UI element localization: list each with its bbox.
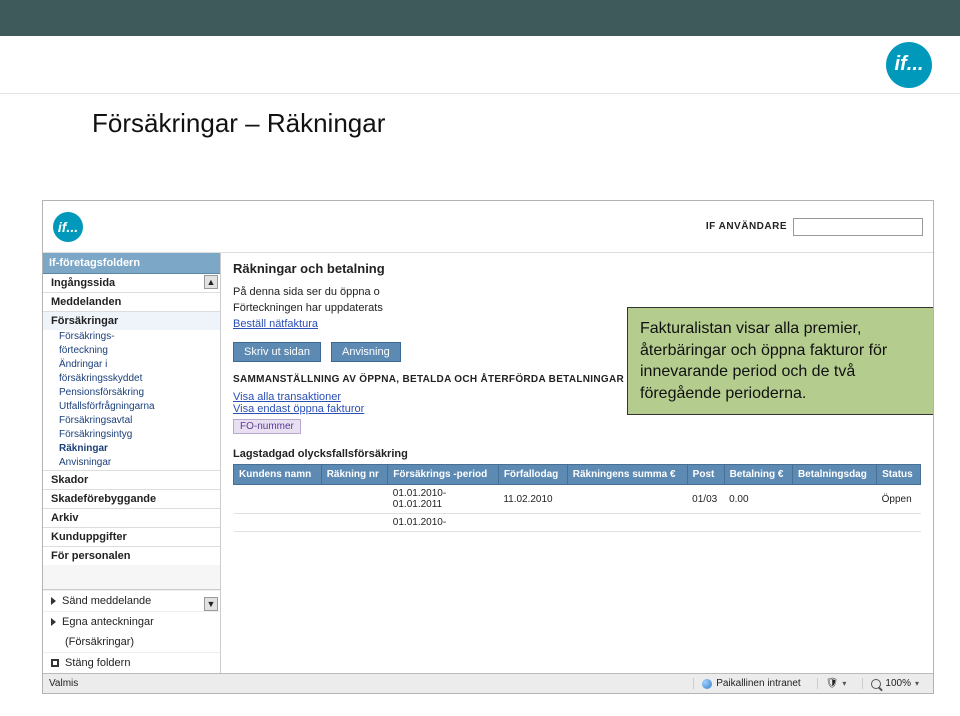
zoom-icon [871, 679, 881, 689]
col-betaldag[interactable]: Betalningsdag [792, 465, 876, 485]
col-post[interactable]: Post [687, 465, 724, 485]
nav-kunduppgifter[interactable]: Kunduppgifter [43, 527, 220, 546]
nav-skadeforebyggande[interactable]: Skadeförebyggande [43, 489, 220, 508]
logo-bar: if... [0, 36, 960, 94]
nav-arkiv[interactable]: Arkiv [43, 508, 220, 527]
nav-sub-item[interactable]: Försäkringsavtal [59, 414, 220, 428]
chevron-down-icon: ▾ [842, 679, 846, 688]
nav-meddelanden[interactable]: Meddelanden [43, 292, 220, 311]
table-row[interactable]: 01.01.2010- 01.01.2011 11.02.2010 01/03 … [234, 485, 921, 514]
fo-nummer-chip[interactable]: FO-nummer [233, 419, 301, 434]
group-heading: Lagstadgad olycksfallsförsäkring [233, 448, 921, 460]
if-logo: if... [886, 42, 932, 88]
table-row[interactable]: 01.01.2010- [234, 514, 921, 532]
cell-period: 01.01.2010- [388, 514, 499, 532]
app-header: if... IF ANVÄNDARE [43, 201, 933, 253]
cell-due: 11.02.2010 [498, 485, 567, 514]
nav-sub-item[interactable]: Försäkringsintyg [59, 428, 220, 442]
nav-forsakringar-children: Försäkrings- förteckning Ändringar i för… [43, 330, 220, 470]
status-protected[interactable]: 🛡 ▾ [817, 678, 855, 689]
help-button[interactable]: Anvisning [331, 342, 401, 362]
sidebar-header: If-företagsfoldern [43, 253, 220, 274]
arrow-icon [51, 618, 56, 626]
content-heading: Räkningar och betalning [233, 261, 921, 276]
status-zone: Paikallinen intranet [693, 678, 809, 689]
nav-for-personalen[interactable]: För personalen [43, 546, 220, 565]
nav-skador[interactable]: Skador [43, 470, 220, 489]
chevron-down-icon: ▾ [915, 679, 919, 688]
sidebar-actions: Sänd meddelande Egna anteckningar (Försä… [43, 589, 220, 673]
show-all-link[interactable]: Visa alla transaktioner [233, 391, 341, 403]
nav-sub-item[interactable]: Försäkrings- [59, 330, 220, 344]
globe-icon [702, 679, 712, 689]
col-forfall[interactable]: Förfallodag [498, 465, 567, 485]
order-einvoice-link[interactable]: Beställ nätfaktura [233, 318, 318, 330]
col-rakning[interactable]: Räkning nr [321, 465, 388, 485]
status-ready: Valmis [49, 678, 78, 689]
nav-sub-item[interactable]: Anvisningar [59, 456, 220, 470]
col-status[interactable]: Status [877, 465, 921, 485]
col-kund[interactable]: Kundens namn [234, 465, 322, 485]
action-close-folder[interactable]: Stäng foldern [43, 652, 220, 673]
cell-post: 01/03 [687, 485, 724, 514]
show-open-link[interactable]: Visa endast öppna fakturor [233, 403, 364, 415]
nav-forsakringar[interactable]: Försäkringar [43, 311, 220, 330]
nav-sub-item[interactable]: Pensionsförsäkring [59, 386, 220, 400]
action-own-notes-sub: (Försäkringar) [43, 632, 220, 652]
invoice-table: Kundens namn Räkning nr Försäkrings -per… [233, 464, 921, 532]
user-input[interactable] [793, 218, 923, 236]
user-label: IF ANVÄNDARE [706, 221, 787, 232]
col-betalning[interactable]: Betalning € [724, 465, 792, 485]
cell-status: Öppen [877, 485, 921, 514]
cell-paid: 0.00 [724, 485, 792, 514]
action-own-notes[interactable]: Egna anteckningar [43, 611, 220, 632]
print-button[interactable]: Skriv ut sidan [233, 342, 321, 362]
scroll-down-icon[interactable]: ▼ [204, 597, 218, 611]
square-icon [51, 659, 59, 667]
nav-sub-item[interactable]: Ändringar i [59, 358, 220, 372]
page-title: Försäkringar – Räkningar [0, 94, 960, 163]
nav-ingangssida[interactable]: Ingångssida [43, 274, 220, 292]
shield-icon: 🛡 [826, 678, 839, 689]
sidebar: If-företagsfoldern ▲ Ingångssida Meddela… [43, 253, 221, 673]
arrow-icon [51, 597, 56, 605]
cell-period: 01.01.2010- 01.01.2011 [388, 485, 499, 514]
col-period[interactable]: Försäkrings -period [388, 465, 499, 485]
nav-sub-item[interactable]: förteckning [59, 344, 220, 358]
app-logo-icon: if... [53, 212, 83, 242]
table-header-row: Kundens namn Räkning nr Försäkrings -per… [234, 465, 921, 485]
scroll-up-icon[interactable]: ▲ [204, 275, 218, 289]
main-content: Räkningar och betalning På denna sida se… [221, 253, 933, 673]
intro-text-1: På denna sida ser du öppna o [233, 286, 921, 298]
action-send-message[interactable]: Sänd meddelande [43, 590, 220, 611]
col-summa[interactable]: Räkningens summa € [567, 465, 687, 485]
info-tooltip: Fakturalistan visar alla premier, återbä… [627, 307, 933, 415]
app-window: if... IF ANVÄNDARE If-företagsfoldern ▲ … [42, 200, 934, 694]
nav-sub-item[interactable]: försäkringsskyddet [59, 372, 220, 386]
nav-sub-item[interactable]: Utfallsförfrågningarna [59, 400, 220, 414]
nav-sub-rakningar[interactable]: Räkningar [59, 442, 220, 456]
status-bar: Valmis Paikallinen intranet 🛡 ▾ 100% ▾ [43, 673, 933, 693]
top-stripe [0, 0, 960, 36]
status-zoom[interactable]: 100% ▾ [862, 678, 927, 689]
